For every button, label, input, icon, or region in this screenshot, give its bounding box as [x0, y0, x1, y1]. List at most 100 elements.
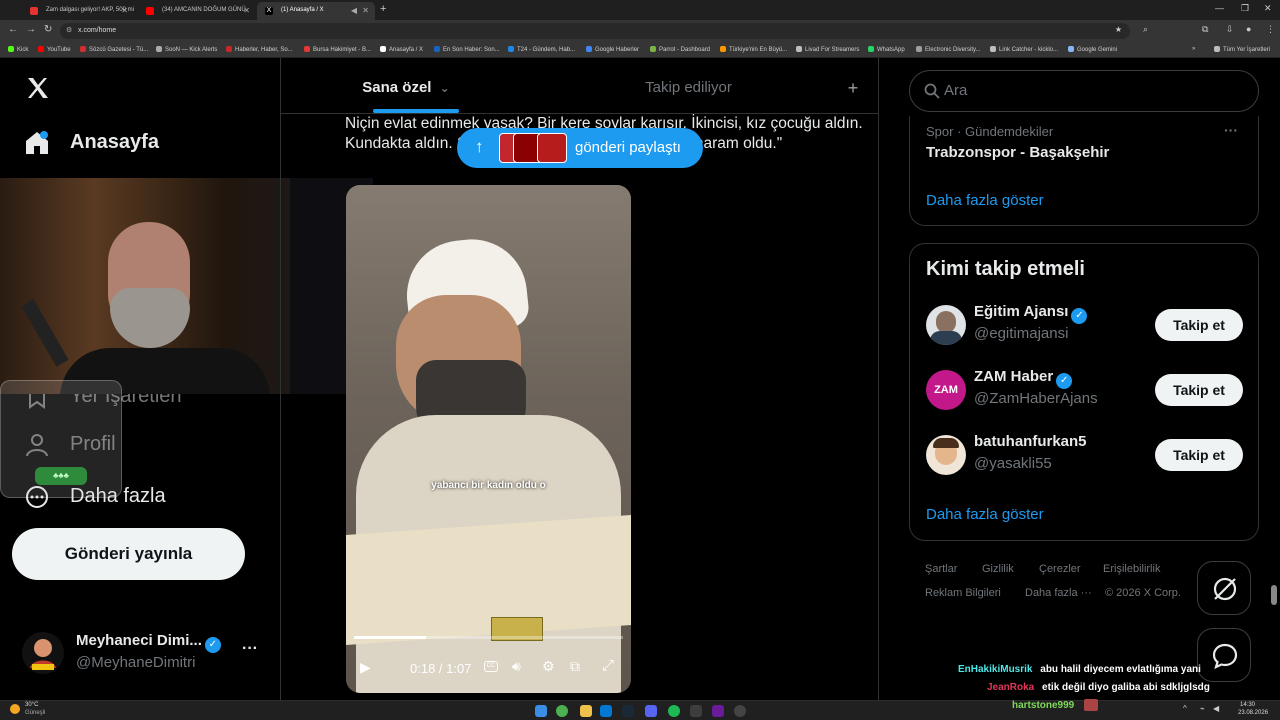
- post-button[interactable]: Gönderi yayınla: [12, 528, 245, 580]
- chat-username: JeanRoka: [987, 682, 1035, 693]
- bookmark-star-icon[interactable]: ★: [1115, 25, 1122, 34]
- browser-tab[interactable]: Zam dalgası geliyor! AKP, 500 mi ✕: [22, 2, 134, 20]
- timeline: Sana özel ⌄ Takip ediliyor + Niçin evlat…: [280, 58, 879, 700]
- bookmark-item[interactable]: Livad For Streamers: [796, 46, 859, 53]
- new-posts-pill[interactable]: ↑ gönderi paylaştı: [457, 128, 703, 168]
- trend-more-icon[interactable]: ···: [1224, 122, 1238, 138]
- bookmark-item[interactable]: Sözcü Gazetesi - Tü...: [80, 46, 148, 53]
- settings-gear-icon[interactable]: ⚙: [542, 658, 555, 675]
- extensions-icon[interactable]: ⧉: [1202, 24, 1208, 35]
- footer-terms-link[interactable]: Şartlar: [925, 563, 957, 575]
- bookmark-item[interactable]: WhatsApp: [868, 46, 905, 53]
- close-tab-icon[interactable]: ✕: [243, 6, 250, 15]
- play-icon[interactable]: ▶: [360, 659, 371, 676]
- bookmark-item[interactable]: Haberler, Haber, So...: [226, 46, 293, 53]
- suggestion-row[interactable]: ZAM ZAM Haber ✓ @ZamHaberAjans Takip et: [910, 365, 1258, 429]
- bookmark-item[interactable]: Link Catcher - kicklo...: [990, 46, 1058, 53]
- account-switcher[interactable]: Meyhaneci Dimi... ✓ @MeyhaneDimitri ···: [12, 626, 274, 682]
- bookmark-item[interactable]: Anasayfa / X: [380, 46, 423, 53]
- bookmark-favicon-icon: [650, 46, 656, 52]
- tab-for-you[interactable]: Sana özel ⌄: [281, 58, 531, 114]
- bookmark-item[interactable]: Google Haberler: [586, 46, 639, 53]
- footer-cookies-link[interactable]: Çerezler: [1039, 563, 1081, 575]
- speaker-icon[interactable]: ◀: [351, 6, 357, 15]
- bookmark-favicon-icon: [304, 46, 310, 52]
- back-icon[interactable]: ←: [8, 24, 18, 35]
- profile-icon[interactable]: ●: [1246, 24, 1251, 34]
- follow-button[interactable]: Takip et: [1155, 439, 1243, 471]
- forward-icon[interactable]: →: [26, 24, 36, 35]
- follow-button[interactable]: Takip et: [1155, 374, 1243, 406]
- new-tab-button[interactable]: +: [380, 3, 386, 15]
- minimize-icon[interactable]: —: [1215, 3, 1224, 13]
- close-tab-icon[interactable]: ✕: [121, 6, 128, 15]
- epic-games-icon[interactable]: [690, 705, 702, 717]
- spotify-icon[interactable]: [668, 705, 680, 717]
- obs-icon[interactable]: [734, 705, 746, 717]
- follow-button[interactable]: Takip et: [1155, 309, 1243, 341]
- zoom-icon[interactable]: ⌕: [1143, 24, 1148, 35]
- weather-sun-icon: [10, 704, 20, 714]
- suggestion-row[interactable]: Eğitim Ajansı ✓ @egitimajansi Takip et: [910, 300, 1258, 364]
- trend-title[interactable]: Trabzonspor - Başakşehir: [926, 144, 1109, 161]
- volume-icon[interactable]: ◀: [1213, 704, 1219, 713]
- chrome-icon[interactable]: [556, 705, 568, 717]
- close-window-icon[interactable]: ✕: [1264, 3, 1272, 14]
- messages-button[interactable]: [1197, 628, 1251, 682]
- bookmark-item[interactable]: En Son Haber: Son...: [434, 46, 500, 53]
- site-info-icon[interactable]: ⚙: [66, 26, 72, 34]
- avatar: [926, 305, 966, 345]
- fullscreen-icon[interactable]: ⤢: [602, 657, 614, 674]
- bookmark-item[interactable]: Bursa Hakimiyet - B...: [304, 46, 371, 53]
- bookmark-item[interactable]: Kick: [8, 46, 28, 53]
- suggestion-row[interactable]: batuhanfurkan5 @yasakli55 Takip et: [910, 430, 1258, 494]
- show-more-link[interactable]: Daha fazla göster: [926, 192, 1044, 209]
- downloads-icon[interactable]: ⇩: [1226, 24, 1234, 35]
- picture-in-picture-icon[interactable]: ⧉: [570, 658, 580, 675]
- account-more-icon[interactable]: ···: [242, 640, 258, 658]
- bookmark-item[interactable]: T24 - Gündem, Hab...: [508, 46, 575, 53]
- edge-icon[interactable]: [600, 705, 612, 717]
- bookmark-favicon-icon: [916, 46, 922, 52]
- x-logo-icon[interactable]: [26, 76, 50, 100]
- footer-privacy-link[interactable]: Gizlilik: [982, 563, 1014, 575]
- url-field[interactable]: ⚙ x.com/home ★: [60, 23, 1130, 39]
- bookmarks-overflow-icon[interactable]: »: [1192, 46, 1195, 52]
- maximize-icon[interactable]: ❐: [1241, 3, 1249, 14]
- video-player[interactable]: yabancı bir kadın oldu o ▶ 0:18 / 1:07 C…: [346, 185, 631, 693]
- account-name: Meyhaneci Dimi...: [76, 632, 202, 649]
- tray-overflow-icon[interactable]: ^: [1183, 704, 1187, 713]
- scrollbar-thumb[interactable]: [1271, 585, 1277, 605]
- bookmark-item[interactable]: Google Gemini: [1068, 46, 1117, 53]
- reload-icon[interactable]: ↻: [44, 24, 52, 35]
- video-progress-track[interactable]: [354, 636, 623, 639]
- network-icon[interactable]: ⌁: [1200, 704, 1205, 713]
- tab-following[interactable]: Takip ediliyor: [571, 58, 806, 114]
- captions-icon[interactable]: CC: [484, 661, 498, 672]
- discord-icon[interactable]: [645, 705, 657, 717]
- start-windows-icon[interactable]: [535, 705, 547, 717]
- who-to-follow-title: Kimi takip etmeli: [926, 258, 1085, 280]
- bookmark-item[interactable]: YouTube: [38, 46, 71, 53]
- browser-tab-active[interactable]: X (1) Anasayfa / X ◀ ✕: [257, 2, 375, 20]
- suggestion-handle: @egitimajansi: [974, 325, 1069, 342]
- grok-button[interactable]: [1197, 561, 1251, 615]
- bookmark-item[interactable]: Electronic Diversity...: [916, 46, 981, 53]
- bookmark-item[interactable]: Türkiye'nin En Büyü...: [720, 46, 787, 53]
- browser-tab[interactable]: (34) AMCANIN DOĞUM GÜNÜ ✕: [138, 2, 256, 20]
- menu-icon[interactable]: ⋮: [1266, 24, 1275, 35]
- show-more-link[interactable]: Daha fazla göster: [926, 506, 1044, 523]
- volume-icon[interactable]: 🔊︎: [512, 658, 521, 675]
- bookmark-item[interactable]: SooN — Kick Alerts: [156, 46, 217, 53]
- footer-accessibility-link[interactable]: Erişilebilirlik: [1103, 563, 1160, 575]
- app-icon[interactable]: [712, 705, 724, 717]
- steam-icon[interactable]: [622, 705, 634, 717]
- search-input[interactable]: Ara: [909, 70, 1259, 112]
- bookmark-item[interactable]: Parrot - Dashboard: [650, 46, 710, 53]
- footer-ads-info-link[interactable]: Reklam Bilgileri: [925, 587, 1001, 599]
- add-feed-icon[interactable]: +: [841, 58, 865, 114]
- close-tab-icon[interactable]: ✕: [362, 6, 369, 15]
- file-explorer-icon[interactable]: [580, 705, 592, 717]
- all-bookmarks-folder[interactable]: Tüm Yer İşaretleri: [1214, 46, 1270, 53]
- footer-more-link[interactable]: Daha fazla ···: [1025, 587, 1092, 599]
